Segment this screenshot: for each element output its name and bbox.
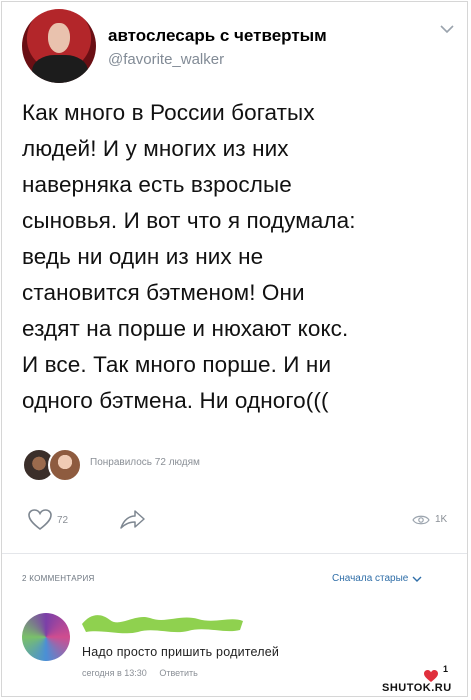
avatar-body — [32, 55, 88, 83]
chevron-down-icon — [412, 576, 422, 582]
avatar-face — [48, 23, 70, 53]
redaction-scribble — [82, 615, 243, 634]
section-divider — [2, 553, 467, 554]
comment-time: сегодня в 13:30 — [82, 668, 147, 678]
author-name[interactable]: автослесарь с четвертым — [108, 26, 327, 46]
chevron-down-icon[interactable] — [438, 22, 456, 36]
watermark-like-count: 1 — [443, 664, 449, 674]
eye-icon — [412, 515, 430, 525]
sort-label: Сначала старые — [332, 573, 409, 584]
reply-link[interactable]: Ответить — [159, 668, 197, 678]
liker-avatar[interactable] — [48, 448, 82, 482]
post-text: Как много в России богатых людей! И у мн… — [22, 100, 356, 413]
liked-by-text[interactable]: Понравилось 72 людям — [90, 457, 200, 468]
author-avatar[interactable] — [22, 9, 96, 83]
like-count: 72 — [57, 515, 69, 526]
comment-text: Надо просто пришить родителей — [82, 645, 280, 659]
views-count: 1K — [435, 514, 448, 525]
watermark-heart-icon — [424, 670, 438, 682]
share-icon[interactable] — [118, 508, 146, 532]
sort-button[interactable]: Сначала старые — [332, 573, 422, 584]
author-handle[interactable]: @favorite_walker — [108, 51, 224, 68]
comments-count: 2 КОММЕНТАРИЯ — [22, 574, 95, 583]
comment-avatar[interactable] — [22, 613, 70, 661]
comment-meta: сегодня в 13:30 Ответить — [82, 668, 198, 678]
heart-icon[interactable] — [27, 508, 53, 532]
site-watermark: SHUTOK.RU — [382, 682, 452, 694]
